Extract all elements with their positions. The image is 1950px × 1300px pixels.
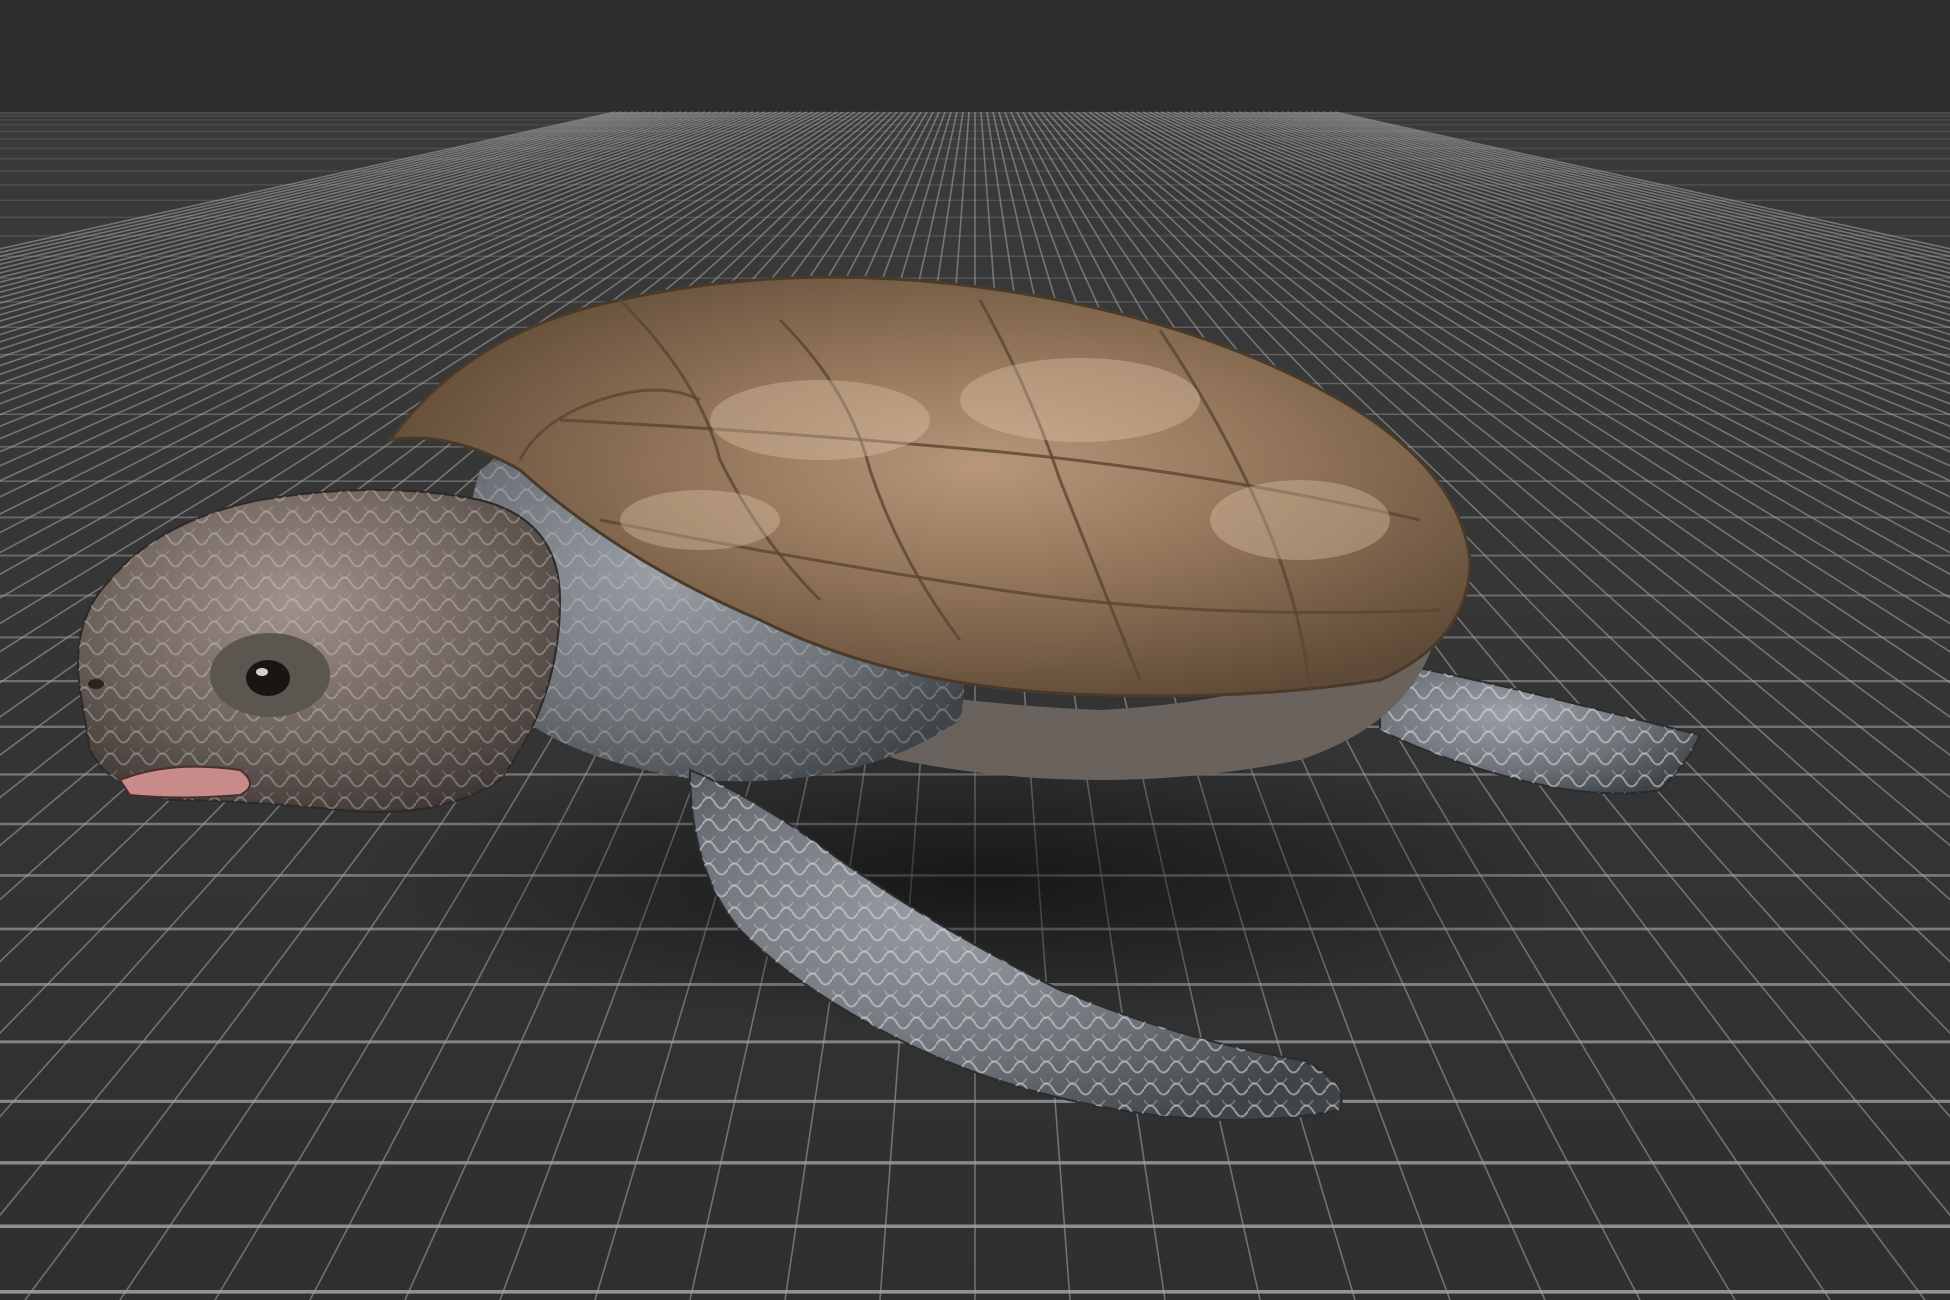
turtle-eye	[246, 660, 290, 696]
turtle-nostril	[88, 679, 104, 689]
eye-highlight	[256, 668, 268, 676]
viewport-scene[interactable]	[0, 0, 1950, 1300]
3d-viewport[interactable]	[0, 0, 1950, 1300]
